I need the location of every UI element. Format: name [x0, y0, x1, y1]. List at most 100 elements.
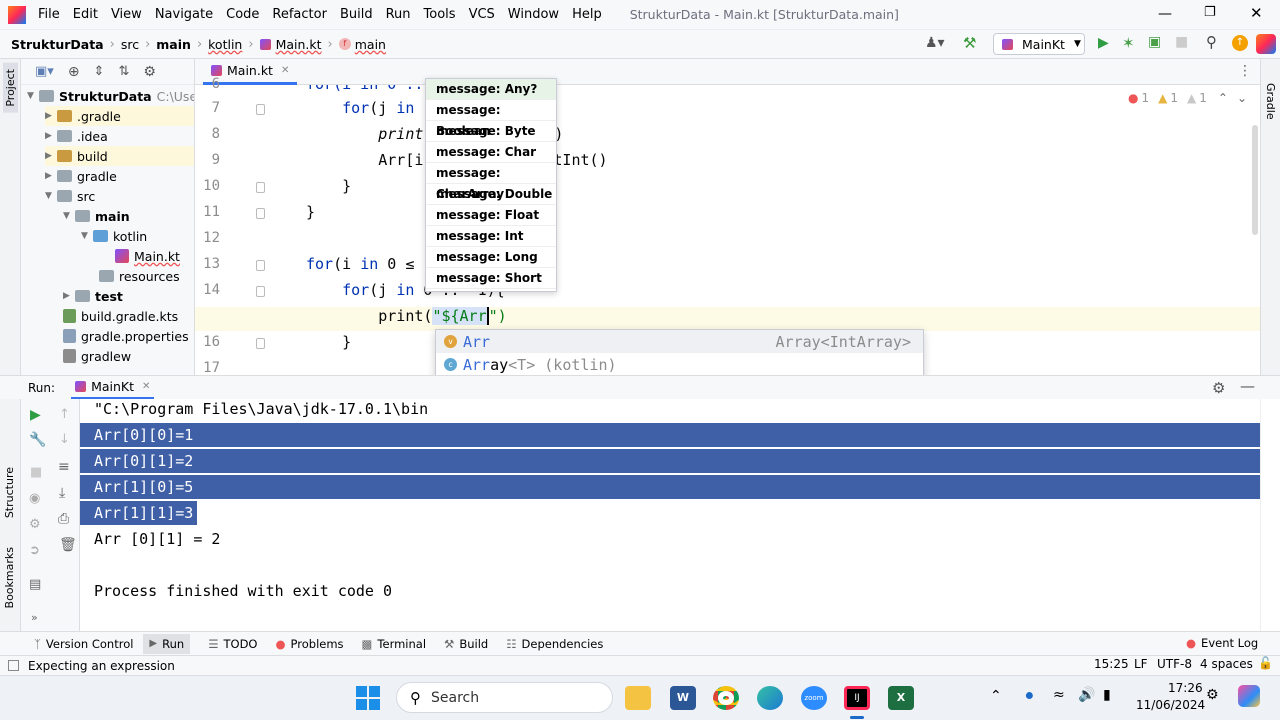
soft-wrap-icon[interactable]: ≡: [58, 459, 70, 475]
structure-tool-tab[interactable]: Structure: [3, 467, 16, 518]
word-icon[interactable]: W: [670, 686, 696, 710]
completion-item[interactable]: v Arr Array<IntArray>: [436, 330, 923, 353]
excel-icon[interactable]: X: [888, 686, 914, 710]
console-scrollbar[interactable]: [1260, 399, 1280, 631]
coverage-icon[interactable]: ▣: [1148, 34, 1161, 50]
menu-tools[interactable]: Tools: [424, 7, 456, 22]
user-icon[interactable]: ♟▾: [925, 35, 945, 51]
tab-todo[interactable]: ☰ TODO: [208, 637, 257, 651]
maximize-button[interactable]: ❐: [1204, 5, 1216, 20]
debug-icon[interactable]: ✶: [1122, 34, 1135, 52]
tab-run[interactable]: ▶ Run: [143, 633, 191, 654]
breadcrumb-function[interactable]: main: [355, 37, 386, 52]
camera-icon[interactable]: ◉: [29, 491, 40, 506]
file-explorer-icon[interactable]: [625, 686, 651, 710]
wrench-icon[interactable]: 🔧: [29, 432, 46, 448]
taskbar-search[interactable]: ⚲ Search: [396, 682, 613, 713]
menu-vcs[interactable]: VCS: [469, 7, 495, 22]
copilot-icon[interactable]: [1238, 685, 1260, 707]
fold-marker-icon[interactable]: [256, 208, 265, 219]
wifi-icon[interactable]: ≈: [1053, 687, 1065, 703]
bookmarks-tool-tab[interactable]: Bookmarks: [3, 547, 16, 608]
run-icon[interactable]: ▶: [1098, 35, 1109, 51]
menu-build[interactable]: Build: [340, 7, 373, 22]
fold-marker-icon[interactable]: [256, 286, 265, 297]
lock-icon[interactable]: 🔓: [1258, 656, 1273, 670]
jetbrains-logo[interactable]: [1256, 34, 1276, 54]
speaker-icon[interactable]: 🔊: [1078, 687, 1095, 703]
chevron-down-icon[interactable]: ⌄: [1237, 91, 1247, 105]
stop-icon[interactable]: ■: [30, 465, 42, 480]
tab-dependencies[interactable]: ☷ Dependencies: [506, 637, 603, 651]
gear-icon[interactable]: ⚙: [143, 64, 156, 80]
collapse-all-icon[interactable]: ⇅: [118, 64, 129, 79]
trash-icon[interactable]: 🗑: [59, 537, 77, 553]
tree-item-idea[interactable]: ▶ .idea: [45, 126, 108, 146]
scroll-down-icon[interactable]: ↓: [59, 432, 70, 447]
file-encoding[interactable]: UTF-8: [1157, 657, 1192, 671]
project-tool-tab[interactable]: Project: [3, 63, 18, 113]
clock-time[interactable]: 17:26: [1168, 681, 1203, 695]
layout-icon[interactable]: ▤: [29, 577, 41, 592]
tab-problems[interactable]: ● Problems: [275, 637, 343, 651]
expand-all-icon[interactable]: ⇕: [94, 64, 105, 79]
minimize-button[interactable]: —: [1158, 6, 1172, 22]
tree-root[interactable]: ▼StrukturDataC:\Users\: [27, 86, 194, 106]
microphone-icon[interactable]: ⚫: [1023, 687, 1036, 705]
settings-icon[interactable]: ⚙: [29, 517, 41, 532]
gradle-tool-tab[interactable]: Gradle: [1264, 83, 1277, 120]
fold-marker-icon[interactable]: [256, 104, 265, 115]
menu-navigate[interactable]: Navigate: [155, 7, 213, 22]
menu-code[interactable]: Code: [226, 7, 259, 22]
tab-terminal[interactable]: ▩ Terminal: [362, 637, 426, 651]
menu-run[interactable]: Run: [386, 7, 411, 22]
run-tab[interactable]: MainKt ✕: [71, 376, 155, 400]
breadcrumb-main[interactable]: main: [156, 37, 191, 52]
editor-scrollbar[interactable]: [1252, 125, 1258, 235]
build-hammer-icon[interactable]: ⚒: [963, 34, 976, 52]
chevron-up-icon[interactable]: ⌃: [1218, 91, 1228, 105]
gear-icon[interactable]: ⚙: [1212, 379, 1225, 397]
tree-item-gradle[interactable]: ▶ gradle: [45, 166, 117, 186]
menu-help[interactable]: Help: [572, 7, 602, 22]
indent-setting[interactable]: 4 spaces: [1200, 657, 1253, 671]
event-log-button[interactable]: ● Event Log: [1186, 636, 1258, 650]
chevron-up-icon[interactable]: ⌃: [990, 688, 1002, 704]
notification-icon[interactable]: ⚙: [1206, 687, 1219, 703]
login-icon[interactable]: ➲: [29, 543, 40, 558]
breadcrumb-kotlin[interactable]: kotlin: [208, 37, 242, 52]
scroll-up-icon[interactable]: ↑: [59, 407, 70, 422]
run-config-select[interactable]: MainKt ▼: [993, 33, 1085, 55]
stop-icon[interactable]: ■: [1175, 34, 1188, 50]
breadcrumb-project[interactable]: StrukturData: [11, 37, 104, 52]
tree-item-build-gradle-kts[interactable]: build.gradle.kts: [63, 306, 178, 326]
zoom-icon[interactable]: zoom: [801, 686, 827, 710]
breadcrumb-src[interactable]: src: [121, 37, 139, 52]
tree-item-gradlew[interactable]: gradlew: [63, 346, 131, 366]
more-icon[interactable]: »: [31, 611, 38, 624]
battery-icon[interactable]: ▮: [1103, 687, 1111, 703]
fold-marker-icon[interactable]: [256, 182, 265, 193]
caret-position[interactable]: 15:25: [1094, 657, 1129, 671]
hide-panel-icon[interactable]: —: [1240, 377, 1255, 395]
close-button[interactable]: ✕: [1250, 4, 1263, 22]
chrome-icon[interactable]: [713, 686, 739, 710]
menu-window[interactable]: Window: [508, 7, 559, 22]
inspection-widget[interactable]: ● 1 ▲ 1 ▲ 1 ⌃ ⌄: [1128, 91, 1247, 105]
close-tab-icon[interactable]: ✕: [142, 381, 150, 392]
tab-version-control[interactable]: ᛉ Version Control: [34, 637, 133, 651]
more-options-icon[interactable]: ⋮: [1238, 63, 1252, 79]
update-icon[interactable]: ↑: [1232, 35, 1248, 51]
rerun-icon[interactable]: ▶: [30, 407, 41, 423]
menu-refactor[interactable]: Refactor: [272, 7, 327, 22]
menu-view[interactable]: View: [111, 7, 142, 22]
tab-build[interactable]: ⚒ Build: [444, 637, 488, 651]
console-output[interactable]: "C:\Program Files\Java\jdk-17.0.1\bin Ar…: [80, 399, 1260, 631]
edge-icon[interactable]: [757, 686, 783, 710]
line-separator[interactable]: LF: [1134, 657, 1148, 671]
scroll-to-end-icon[interactable]: ⤓: [59, 485, 65, 501]
close-tab-icon[interactable]: ✕: [281, 65, 289, 76]
status-square-icon[interactable]: [8, 660, 19, 671]
search-everywhere-icon[interactable]: ⚲: [1206, 33, 1217, 51]
clock-date[interactable]: 11/06/2024: [1136, 698, 1205, 712]
